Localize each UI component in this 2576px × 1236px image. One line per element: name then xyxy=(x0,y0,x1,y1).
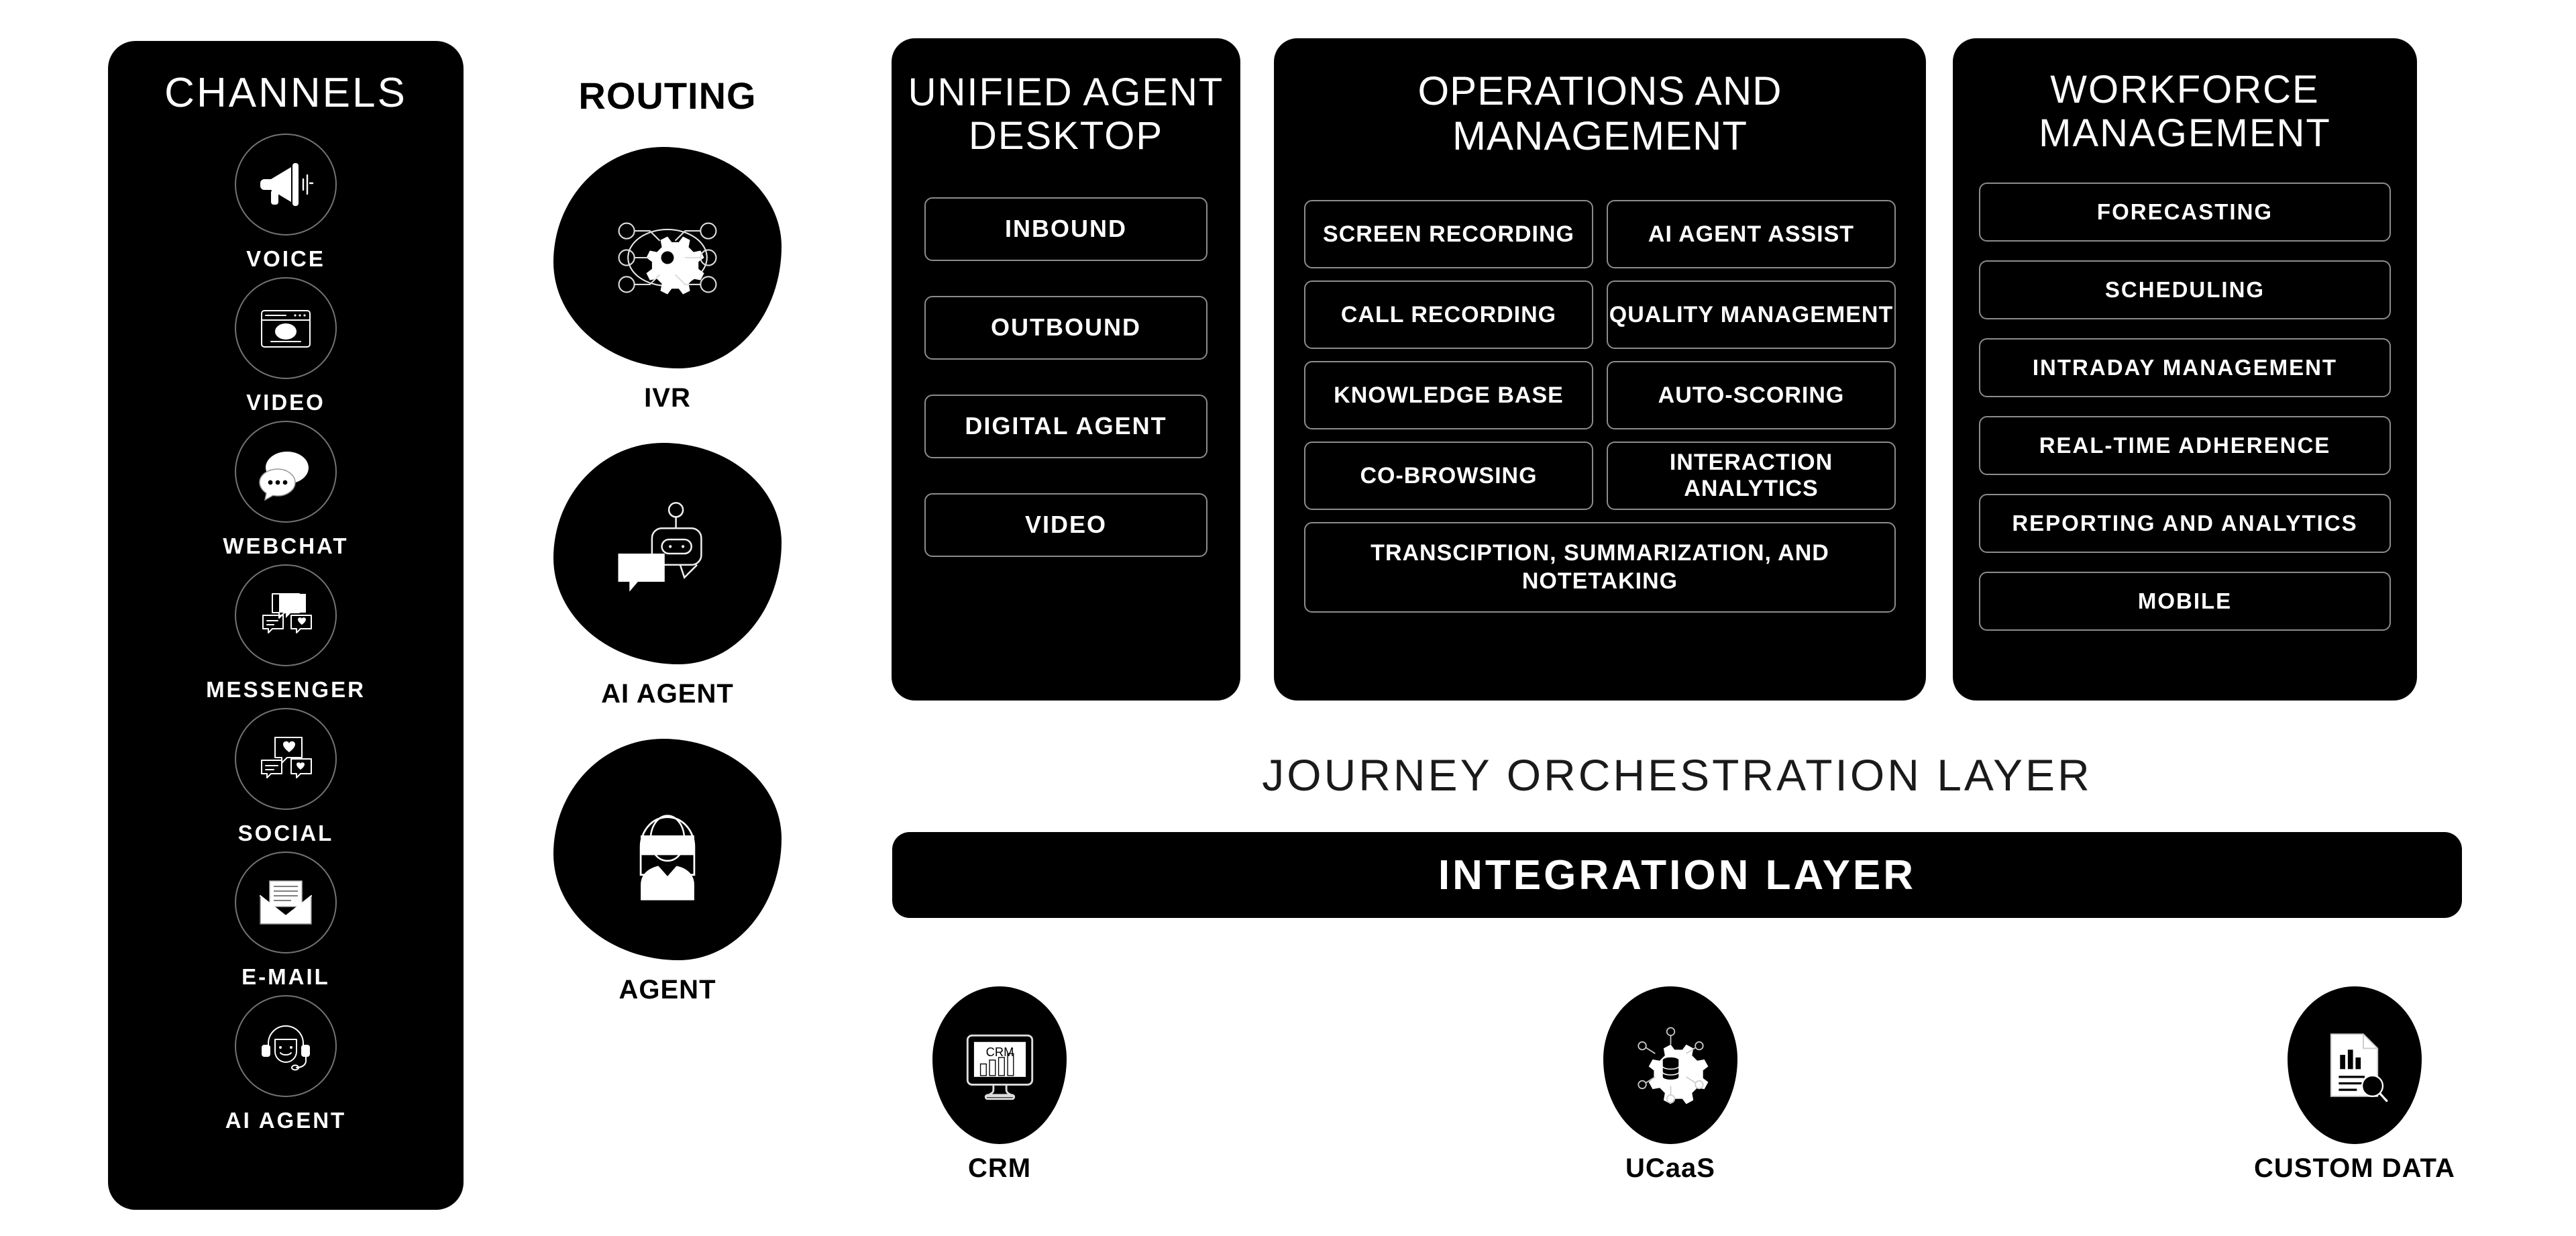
feature-chip-interaction-analytics[interactable]: INTERACTION ANALYTICS xyxy=(1607,442,1896,511)
feature-chip-digital-agent[interactable]: DIGITAL AGENT xyxy=(924,394,1208,458)
megaphone-icon xyxy=(235,134,337,236)
feature-chip-inbound[interactable]: INBOUND xyxy=(924,197,1208,261)
system-crm[interactable]: CRM CRM xyxy=(932,986,1067,1184)
unified-agent-desktop-panel: UNIFIED AGENT DESKTOP INBOUND OUTBOUND DIG… xyxy=(892,39,1240,700)
headset-agent-icon xyxy=(235,995,337,1098)
routing-column: ROUTING IVR AI AGENT AGENT xyxy=(510,74,825,1005)
video-window-icon xyxy=(235,277,337,380)
feature-chip-reporting-and-analytics[interactable]: REPORTING AND ANALYTICS xyxy=(1979,493,2391,553)
operations-management-panel: OPERATIONS AND MANAGEMENT SCREEN RECORDI… xyxy=(1275,39,1925,700)
channel-label: E-MAIL xyxy=(241,964,330,990)
channels-panel: CHANNELS VOICE VIDEO WEBCHAT MESSENGER SOCIA… xyxy=(109,42,463,1209)
channel-label: SOCIAL xyxy=(237,821,334,846)
channel-item-ai-agent[interactable]: AI AGENT xyxy=(109,995,463,1133)
channel-item-social[interactable]: SOCIAL xyxy=(109,708,463,846)
operations-management-title: OPERATIONS AND MANAGEMENT xyxy=(1417,68,1782,159)
feature-chip-ai-agent-assist[interactable]: AI AGENT ASSIST xyxy=(1607,200,1896,269)
feature-chip-intraday-management[interactable]: INTRADAY MANAGEMENT xyxy=(1979,338,2391,397)
person-agent-icon xyxy=(553,739,782,960)
routing-item-agent[interactable]: AGENT xyxy=(510,739,825,1005)
custom-data-report-icon xyxy=(2287,986,2422,1144)
routing-title: ROUTING xyxy=(578,74,757,117)
channel-label: AI AGENT xyxy=(225,1108,347,1133)
feature-chip-outbound[interactable]: OUTBOUND xyxy=(924,295,1208,360)
routing-label: AGENT xyxy=(619,975,716,1005)
workforce-management-panel: WORKFORCE MANAGEMENT FORECASTING SCHEDULI… xyxy=(1953,39,2416,700)
svg-text:CRM: CRM xyxy=(985,1045,1014,1059)
feature-chip-real-time-adherence[interactable]: REAL-TIME ADHERENCE xyxy=(1979,415,2391,475)
feature-chip-call-recording[interactable]: CALL RECORDING xyxy=(1304,280,1593,350)
workforce-management-list: FORECASTING SCHEDULING INTRADAY MANAGEMENT… xyxy=(1953,182,2416,631)
operations-management-grid: SCREEN RECORDING AI AGENT ASSIST CALL RECO… xyxy=(1275,200,1925,613)
system-label: CRM xyxy=(967,1153,1032,1183)
feature-chip-screen-recording[interactable]: SCREEN RECORDING xyxy=(1304,200,1593,269)
feature-chip-quality-management[interactable]: QUALITY MANAGEMENT xyxy=(1607,280,1896,350)
channel-item-e-mail[interactable]: E-MAIL xyxy=(109,852,463,990)
channel-item-video[interactable]: VIDEO xyxy=(109,277,463,415)
chatbot-icon xyxy=(553,443,782,664)
feature-chip-transcription-summarization-notetaking[interactable]: TRANSCIPTION, SUMMARIZATION, AND NOTETAK… xyxy=(1304,522,1896,613)
gear-network-icon xyxy=(553,147,782,368)
channel-label: MESSENGER xyxy=(206,677,366,703)
routing-item-ai-agent[interactable]: AI AGENT xyxy=(510,443,825,709)
crm-monitor-icon: CRM xyxy=(932,986,1067,1144)
system-label: UCaaS xyxy=(1625,1153,1715,1183)
routing-label: AI AGENT xyxy=(601,679,734,709)
systems-row: CRM CRM UCaaS CUSTOM DATA xyxy=(892,986,2462,1215)
feature-chip-mobile[interactable]: MOBILE xyxy=(1979,571,2391,631)
messenger-bubbles-icon xyxy=(235,564,337,667)
feature-chip-forecasting[interactable]: FORECASTING xyxy=(1979,182,2391,242)
ucaas-gear-icon xyxy=(1603,986,1737,1144)
channels-list: VOICE VIDEO WEBCHAT MESSENGER SOCIAL E-MAIL AI… xyxy=(109,134,463,1133)
feature-chip-video[interactable]: VIDEO xyxy=(924,493,1208,557)
social-hearts-icon xyxy=(235,708,337,811)
system-label: CUSTOM DATA xyxy=(2254,1153,2455,1183)
workforce-management-title: WORKFORCE MANAGEMENT xyxy=(2039,68,2331,155)
chat-bubbles-icon xyxy=(235,421,337,523)
system-custom-data[interactable]: CUSTOM DATA xyxy=(2254,986,2455,1184)
routing-list: IVR AI AGENT AGENT xyxy=(510,147,825,1005)
journey-orchestration-layer: JOURNEY ORCHESTRATION LAYER xyxy=(1262,750,2092,800)
integration-layer: INTEGRATION LAYER xyxy=(892,832,2462,918)
diagram-canvas: CHANNELS VOICE VIDEO WEBCHAT MESSENGER SOCIA… xyxy=(0,0,2576,1236)
feature-chip-scheduling[interactable]: SCHEDULING xyxy=(1979,260,2391,319)
unified-agent-desktop-list: INBOUND OUTBOUND DIGITAL AGENT VIDEO xyxy=(892,197,1240,557)
channel-item-messenger[interactable]: MESSENGER xyxy=(109,564,463,703)
channel-label: VIDEO xyxy=(246,390,325,415)
channel-label: VOICE xyxy=(246,246,325,272)
unified-agent-desktop-title: UNIFIED AGENT DESKTOP xyxy=(908,70,1224,158)
feature-chip-co-browsing[interactable]: CO-BROWSING xyxy=(1304,442,1593,511)
channel-label: WEBCHAT xyxy=(223,533,349,559)
feature-chip-knowledge-base[interactable]: KNOWLEDGE BASE xyxy=(1304,361,1593,430)
envelope-icon xyxy=(235,852,337,954)
routing-item-ivr[interactable]: IVR xyxy=(510,147,825,413)
feature-chip-auto-scoring[interactable]: AUTO-SCORING xyxy=(1607,361,1896,430)
channels-title: CHANNELS xyxy=(164,70,407,116)
routing-label: IVR xyxy=(644,383,691,413)
channel-item-webchat[interactable]: WEBCHAT xyxy=(109,421,463,559)
channel-item-voice[interactable]: VOICE xyxy=(109,134,463,272)
system-ucaas[interactable]: UCaaS xyxy=(1603,986,1737,1184)
